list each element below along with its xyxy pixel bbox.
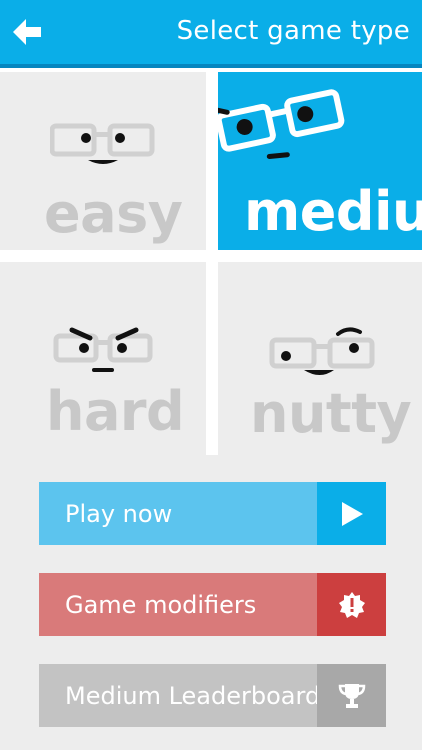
back-button[interactable] [8, 12, 48, 52]
alert-badge-icon [338, 591, 365, 618]
difficulty-tile-medium[interactable]: medium [218, 72, 422, 250]
difficulty-label-medium: medium [244, 180, 422, 243]
difficulty-tile-easy[interactable]: easy [0, 72, 206, 250]
arrow-left-icon [13, 19, 41, 45]
trophy-icon [338, 683, 365, 708]
difficulty-tile-nutty[interactable]: nutty [218, 262, 422, 455]
angry-glasses-face-icon [53, 327, 153, 372]
difficulty-label-easy: easy [44, 182, 183, 245]
quirky-glasses-face-icon [269, 327, 375, 375]
leaderboard-button[interactable]: Medium Leaderboard [39, 664, 386, 727]
play-icon [341, 501, 363, 526]
game-modifiers-label: Game modifiers [65, 590, 257, 619]
game-modifiers-button[interactable]: Game modifiers [39, 573, 386, 636]
play-now-button[interactable]: Play now [39, 482, 386, 545]
difficulty-label-hard: hard [46, 380, 185, 443]
glasses-face-icon [218, 89, 345, 159]
play-icon-box [317, 482, 386, 545]
difficulty-tile-hard[interactable]: hard [0, 262, 206, 455]
trophy-icon-box [317, 664, 386, 727]
play-now-label: Play now [65, 499, 173, 528]
difficulty-label-nutty: nutty [250, 382, 412, 445]
page-title: Select game type [176, 16, 410, 46]
header-bar: Select game type [0, 0, 422, 68]
leaderboard-label: Medium Leaderboard [65, 681, 317, 710]
modifiers-icon-box [317, 573, 386, 636]
